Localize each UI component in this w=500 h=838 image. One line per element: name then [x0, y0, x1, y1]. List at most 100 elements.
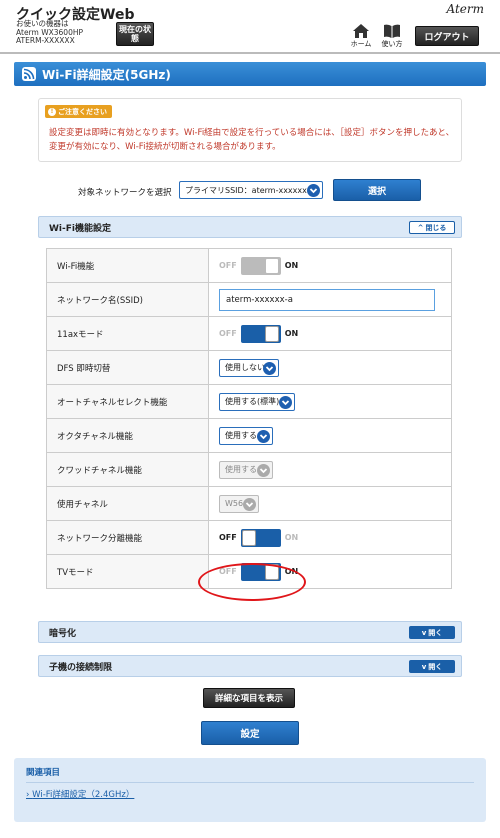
page-title-bar: Wi-Fi詳細設定(5GHz) [14, 62, 486, 86]
toggle-knob [264, 257, 279, 274]
dfs-select-value: 使用しない [225, 363, 265, 372]
quad-channel-select-value: 使用する [225, 465, 257, 474]
collapse-button[interactable]: ^ 閉じる [409, 221, 455, 234]
octa-channel-select[interactable]: 使用する [219, 426, 273, 445]
expand-child-limit-button[interactable]: v 開く [409, 660, 455, 673]
wifi-settings-table: Wi-Fi機能 OFF ON ネットワーク名(SSID) aterm-xxxxx… [46, 248, 452, 589]
wifi-icon [22, 67, 36, 81]
channel-select: W56 [219, 494, 259, 513]
network-select-value: プライマリSSID：aterm-xxxxxx-a [185, 185, 315, 195]
network-isolation-toggle[interactable]: OFF ON [219, 528, 451, 548]
home-label: ホーム [350, 40, 372, 48]
network-select-label: 対象ネットワークを選択 [78, 188, 172, 198]
setting-label: ネットワーク分離機能 [46, 520, 209, 555]
toggle-knob [241, 529, 256, 546]
brand-logo: Aterm [446, 2, 485, 16]
setting-label: 使用チャネル [46, 486, 209, 521]
setting-label: TVモード [46, 554, 209, 589]
related-items-box: 関連項目 › Wi-Fi詳細設定（2.4GHz） [14, 758, 486, 822]
child-limit-section-title: 子機の接続制限 [49, 662, 113, 673]
settings-row: 使用チャネル W56 [46, 486, 452, 521]
settings-row: 11axモード OFF ON [46, 316, 452, 351]
setting-label: Wi-Fi機能 [46, 248, 209, 283]
toggle-on-label: ON [284, 533, 299, 542]
11ax-toggle[interactable]: OFF ON [219, 324, 451, 344]
show-details-button[interactable]: 詳細な項目を表示 [203, 688, 295, 708]
toggle-track [240, 256, 281, 275]
page-title: Wi-Fi詳細設定(5GHz) [42, 67, 171, 82]
settings-row: DFS 即時切替 使用しない [46, 350, 452, 385]
notice-badge-label: ご注意ください [58, 107, 107, 116]
setting-label: DFS 即時切替 [46, 350, 209, 385]
header-divider [0, 52, 500, 54]
chevron-down-icon [243, 497, 256, 511]
auto-channel-select-value: 使用する(標準) [225, 397, 280, 406]
settings-row: オートチャネルセレクト機能 使用する(標準) [46, 384, 452, 419]
logout-button[interactable]: ログアウト [415, 26, 479, 46]
related-divider [26, 782, 474, 783]
status-button[interactable]: 現在の状態 [116, 22, 154, 46]
network-select[interactable]: プライマリSSID：aterm-xxxxxx-a [179, 181, 323, 199]
octa-channel-select-value: 使用する [225, 431, 257, 440]
notice-box: ! ご注意ください 設定変更は即時に有効となります。Wi-Fi経由で設定を行ってい… [38, 98, 462, 162]
book-icon [384, 24, 400, 38]
collapse-label: 閉じる [425, 223, 447, 232]
related-link-24ghz[interactable]: › Wi-Fi詳細設定（2.4GHz） [26, 788, 134, 800]
chevron-down-icon: v [421, 662, 427, 671]
wifi-section-title: Wi-Fi機能設定 [49, 223, 111, 234]
chevron-down-icon [307, 184, 320, 197]
wifi-function-toggle[interactable]: OFF ON [219, 256, 451, 276]
home-button[interactable]: ホーム [347, 24, 375, 49]
quad-channel-select: 使用する [219, 460, 273, 479]
related-link-label: Wi-Fi詳細設定（2.4GHz） [32, 790, 135, 800]
settings-row: オクタチャネル機能 使用する [46, 418, 452, 453]
related-title: 関連項目 [26, 768, 61, 778]
toggle-track [240, 528, 281, 547]
highlight-circle [198, 563, 306, 601]
manual-button[interactable]: 使い方 [378, 24, 406, 49]
wifi-section-header[interactable]: Wi-Fi機能設定 ^ 閉じる [38, 216, 462, 238]
manual-label: 使い方 [381, 40, 403, 48]
expand-label: 開く [428, 628, 443, 637]
setting-label: オートチャネルセレクト機能 [46, 384, 209, 419]
toggle-on-label: ON [284, 329, 299, 338]
ssid-input[interactable]: aterm-xxxxxx-a [219, 288, 435, 311]
device-info: お使いの機器は Aterm WX3600HP ATERM-XXXXXX [16, 19, 83, 46]
chevron-down-icon [263, 361, 276, 375]
auto-channel-select[interactable]: 使用する(標準) [219, 392, 295, 411]
dfs-cell: 使用しない [208, 350, 452, 385]
set-button[interactable]: 設定 [201, 721, 299, 745]
setting-label: オクタチャネル機能 [46, 418, 209, 453]
auto-channel-cell: 使用する(標準) [208, 384, 452, 419]
toggle-knob [264, 325, 279, 342]
toggle-track [240, 324, 281, 343]
settings-row: クワッドチャネル機能 使用する [46, 452, 452, 487]
channel-select-value: W56 [225, 499, 244, 508]
toggle-on-label: ON [284, 261, 299, 270]
octa-channel-cell: 使用する [208, 418, 452, 453]
select-network-button[interactable]: 選択 [333, 179, 421, 201]
settings-row: Wi-Fi機能 OFF ON [46, 248, 452, 283]
child-limit-section-header[interactable]: 子機の接続制限 v 開く [38, 655, 462, 677]
11ax-cell: OFF ON [208, 316, 452, 351]
page: クイック設定Web お使いの機器は Aterm WX3600HP ATERM-X… [0, 0, 500, 838]
header: クイック設定Web お使いの機器は Aterm WX3600HP ATERM-X… [0, 0, 500, 52]
notice-text: 設定変更は即時に有効となります。Wi-Fi経由で設定を行っている場合には、［設定… [49, 128, 455, 152]
notice-badge: ! ご注意ください [45, 105, 112, 118]
encryption-section-header[interactable]: 暗号化 v 開く [38, 621, 462, 643]
quad-channel-cell: 使用する [208, 452, 452, 487]
channel-cell: W56 [208, 486, 452, 521]
device-id: ATERM-XXXXXX [16, 36, 75, 45]
encryption-section-title: 暗号化 [49, 628, 77, 639]
settings-row: ネットワーク分離機能 OFF ON [46, 520, 452, 555]
expand-encryption-button[interactable]: v 開く [409, 626, 455, 639]
chevron-up-icon: ^ [417, 223, 424, 232]
wifi-function-cell: OFF ON [208, 248, 452, 283]
ssid-cell: aterm-xxxxxx-a [208, 282, 452, 317]
dfs-select[interactable]: 使用しない [219, 358, 279, 377]
expand-label: 開く [428, 662, 443, 671]
toggle-off-label: OFF [219, 533, 237, 542]
home-icon [353, 24, 369, 38]
chevron-down-icon: v [421, 628, 427, 637]
chevron-down-icon [257, 429, 270, 443]
